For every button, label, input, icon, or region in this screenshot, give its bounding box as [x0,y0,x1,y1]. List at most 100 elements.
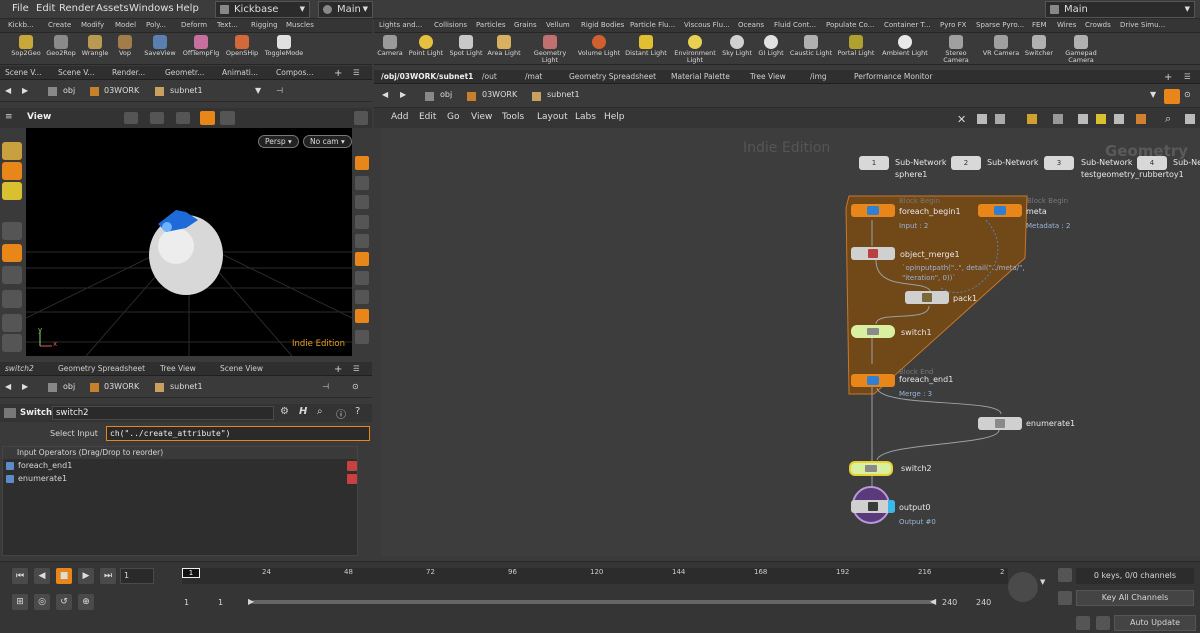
go-end-icon[interactable]: ⏭ [100,568,116,584]
headlight-icon[interactable] [355,252,369,266]
lightbulb-icon[interactable] [355,271,369,285]
shelf-tab[interactable]: Particle Flu... [630,21,675,29]
shelf-tab[interactable]: Deform [181,21,207,29]
pane-tab[interactable]: Performance Monitor [854,72,932,81]
grid-icon[interactable] [1027,114,1037,124]
shelf-tab[interactable]: Crowds [1085,21,1111,29]
snapshot-icon[interactable] [355,215,369,229]
network-box-icon[interactable] [1114,114,1124,124]
camera-menu-button[interactable]: No cam ▾ [303,135,352,148]
shelf-tab[interactable]: Pyro FX [940,21,966,29]
wrench-icon[interactable]: ✕ [957,113,966,126]
range-start-handle[interactable]: ▶ [248,597,254,606]
object-merge-node[interactable] [851,247,895,260]
back-arrow-icon[interactable]: ◀ [382,90,388,99]
folder-icon[interactable] [1136,114,1146,124]
tool-spot-light[interactable]: Spot Light [448,35,484,57]
sticky-note-icon[interactable] [1096,114,1106,124]
tool-environment-light[interactable]: Environment Light [672,35,718,64]
shelf-tab[interactable]: Poly... [146,21,166,29]
forward-arrow-icon[interactable]: ▶ [400,90,406,99]
shelf-tab[interactable]: Collisions [434,21,467,29]
info-icon[interactable]: ⓘ [336,406,346,421]
chevron-down-icon[interactable]: ▼ [1040,578,1045,586]
display-options-icon[interactable] [355,156,369,170]
link-icon[interactable]: ⊙ [352,382,359,391]
list-item[interactable]: foreach_end1 [3,460,357,472]
tool-ambient-light[interactable]: Ambient Light [882,35,928,57]
select-input-field[interactable]: ch("../create_attribute") [106,426,370,441]
shelf-tab[interactable]: Fluid Cont... [774,21,816,29]
shelf-tab[interactable]: Container T... [884,21,931,29]
breadcrumb-obj[interactable]: obj [440,90,452,99]
pane-tab[interactable]: /obj/03WORK/subnet1 [381,72,473,81]
breadcrumb-subnet[interactable]: subnet1 [170,86,203,95]
remove-input-icon[interactable] [347,474,357,484]
net-menu-layout[interactable]: Layout [537,112,568,122]
stop-icon[interactable]: ■ [56,568,72,584]
shelf-tab[interactable]: FEM [1032,21,1047,29]
rotate-tool-icon[interactable] [176,112,190,124]
visibility-icon[interactable] [355,330,369,344]
shelf-tab[interactable]: Model [115,21,136,29]
right-main-dropdown[interactable]: Main ▼ [1045,1,1195,18]
shelf-tab[interactable]: Viscous Flu... [684,21,730,29]
list-icon[interactable] [1053,114,1063,124]
loop-icon[interactable]: ↺ [56,594,72,610]
net-menu-go[interactable]: Go [447,112,459,122]
pane-tab[interactable]: /out [482,72,497,81]
pane-tab[interactable]: Compos... [276,68,314,77]
tool-wrangle[interactable]: Wrangle [80,35,110,57]
shelf-tab[interactable]: Text... [217,21,238,29]
view-tool-icon[interactable] [220,111,235,125]
tool-volume-light[interactable]: Volume Light [576,35,622,57]
menu-help[interactable]: Help [176,3,199,14]
help-icon[interactable]: ? [355,406,360,417]
tool-sky-light[interactable]: Sky Light [720,35,754,57]
tool-gi-light[interactable]: GI Light [756,35,786,57]
net-menu-add[interactable]: Add [391,112,408,122]
pane-tab[interactable]: Material Palette [671,72,730,81]
display-flag-icon[interactable] [888,500,895,513]
pane-tab[interactable]: Render... [112,68,145,77]
transform-icon[interactable] [2,162,22,180]
shelf-tab[interactable]: Wires [1057,21,1076,29]
tool-sop2geo[interactable]: Sop2Geo [10,35,42,57]
pin-icon[interactable]: ⊣ [322,382,329,391]
timeline-ruler[interactable]: 1 24 48 72 96 120 144 168 192 216 2 [182,568,1008,584]
menu-render[interactable]: Render [59,3,95,14]
net-menu-view[interactable]: View [471,112,492,122]
tool-distant-light[interactable]: Distant Light [624,35,668,57]
network-options-icon[interactable] [1185,114,1195,124]
shelf-tab[interactable]: Lights and... [379,21,422,29]
pane-tab[interactable]: Tree View [750,72,786,81]
current-frame-marker[interactable]: 1 [182,568,200,578]
gear-icon[interactable]: ⚙ [280,406,289,417]
net-menu-help[interactable]: Help [604,112,625,122]
back-arrow-icon[interactable]: ◀ [5,382,11,391]
shelf-tab[interactable]: Sparse Pyro... [976,21,1024,29]
breadcrumb-obj[interactable]: obj [63,86,75,95]
brush-icon[interactable] [2,314,22,332]
menu-edit[interactable]: Edit [36,3,55,14]
pane-tab[interactable]: Tree View [160,364,196,373]
range-slider[interactable] [252,600,936,604]
menu-assets[interactable]: Assets [96,3,129,14]
pane-tab[interactable]: switch2 [5,364,34,373]
frame-field[interactable]: 1 [120,568,154,584]
tool-area-light[interactable]: Area Light [486,35,522,57]
remove-input-icon[interactable] [347,461,357,471]
start-frame-b[interactable]: 1 [218,598,223,607]
shelf-tab[interactable]: Kickb... [8,21,34,29]
image-icon[interactable] [1078,114,1088,124]
paint-icon[interactable] [2,266,22,284]
subnet-node[interactable]: 2 [951,156,981,170]
tool-camera[interactable]: Camera [376,35,404,57]
desktop-dropdown[interactable]: Kickbase ▼ [215,1,310,18]
tool-offtempflg[interactable]: OffTempFlg [180,35,222,57]
forward-arrow-icon[interactable]: ▶ [22,382,28,391]
net-menu-labs[interactable]: Labs [575,112,596,122]
audio-scrub-icon[interactable] [1008,572,1038,602]
shelf-tab[interactable]: Particles [476,21,506,29]
pose-icon[interactable] [2,182,22,200]
